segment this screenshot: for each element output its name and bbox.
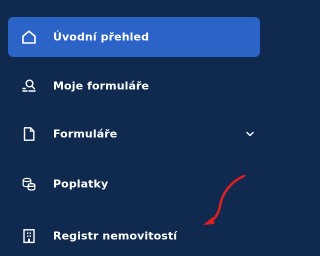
sidebar-item-label: Registr nemovitostí [53,229,178,243]
sidebar-item-uvodni-prehled[interactable]: Úvodní přehled [8,17,260,57]
sidebar-item-poplatky[interactable]: Poplatky [0,164,269,204]
document-icon [20,125,38,143]
sidebar-item-registr-nemovitosti[interactable]: Registr nemovitostí [0,216,269,256]
sidebar-item-label: Úvodní přehled [53,30,150,44]
sidebar-item-label: Formuláře [53,127,118,141]
coins-icon [20,175,38,193]
user-search-icon [20,77,38,95]
sidebar-item-label: Moje formuláře [53,79,150,93]
building-icon [20,227,38,245]
sidebar-nav: Úvodní přehled Moje formuláře Formuláře [0,0,269,247]
chevron-down-icon[interactable] [245,129,255,139]
sidebar-item-formulare[interactable]: Formuláře [0,114,269,154]
home-icon [20,28,38,46]
sidebar-item-label: Poplatky [53,177,109,191]
sidebar-item-moje-formulare[interactable]: Moje formuláře [0,66,269,106]
